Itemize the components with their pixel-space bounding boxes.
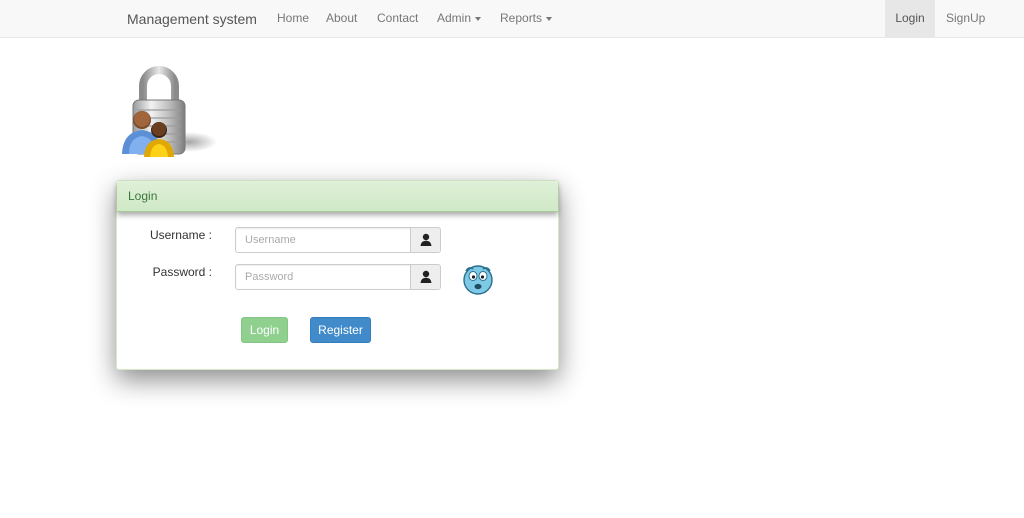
nav-admin-dropdown[interactable]: Admin	[426, 0, 492, 37]
nav-reports-dropdown[interactable]: Reports	[489, 0, 563, 37]
nav-admin-label: Admin	[437, 11, 472, 25]
nav-login-label: Login	[895, 11, 925, 25]
register-button[interactable]: Register	[310, 317, 371, 343]
user-icon	[410, 228, 440, 252]
login-button[interactable]: Login	[241, 317, 288, 343]
password-input-group	[235, 264, 441, 290]
worried-face-icon	[462, 263, 494, 295]
navbar-brand[interactable]: Management system	[127, 10, 257, 28]
username-input[interactable]	[236, 228, 411, 252]
navbar: Management system Home About Contact Adm…	[0, 0, 1024, 38]
nav-login[interactable]: Login	[885, 0, 935, 37]
nav-about[interactable]: About	[315, 0, 368, 37]
user-icon	[410, 265, 440, 289]
nav-home[interactable]: Home	[266, 0, 320, 37]
panel-title: Login	[117, 181, 558, 212]
caret-down-icon	[546, 16, 553, 21]
username-input-group	[235, 227, 441, 253]
nav-signup[interactable]: SignUp	[935, 0, 996, 37]
login-panel: Login Username : Password :	[116, 180, 559, 370]
lock-users-icon	[117, 62, 217, 158]
nav-about-label: About	[326, 11, 358, 25]
nav-home-label: Home	[277, 11, 310, 25]
username-label: Username :	[149, 228, 212, 242]
password-label: Password :	[152, 265, 212, 279]
nav-reports-label: Reports	[500, 11, 543, 25]
nav-contact[interactable]: Contact	[366, 0, 429, 37]
nav-contact-label: Contact	[377, 11, 419, 25]
password-input[interactable]	[236, 265, 411, 289]
caret-down-icon	[475, 16, 482, 21]
nav-signup-label: SignUp	[946, 11, 986, 25]
